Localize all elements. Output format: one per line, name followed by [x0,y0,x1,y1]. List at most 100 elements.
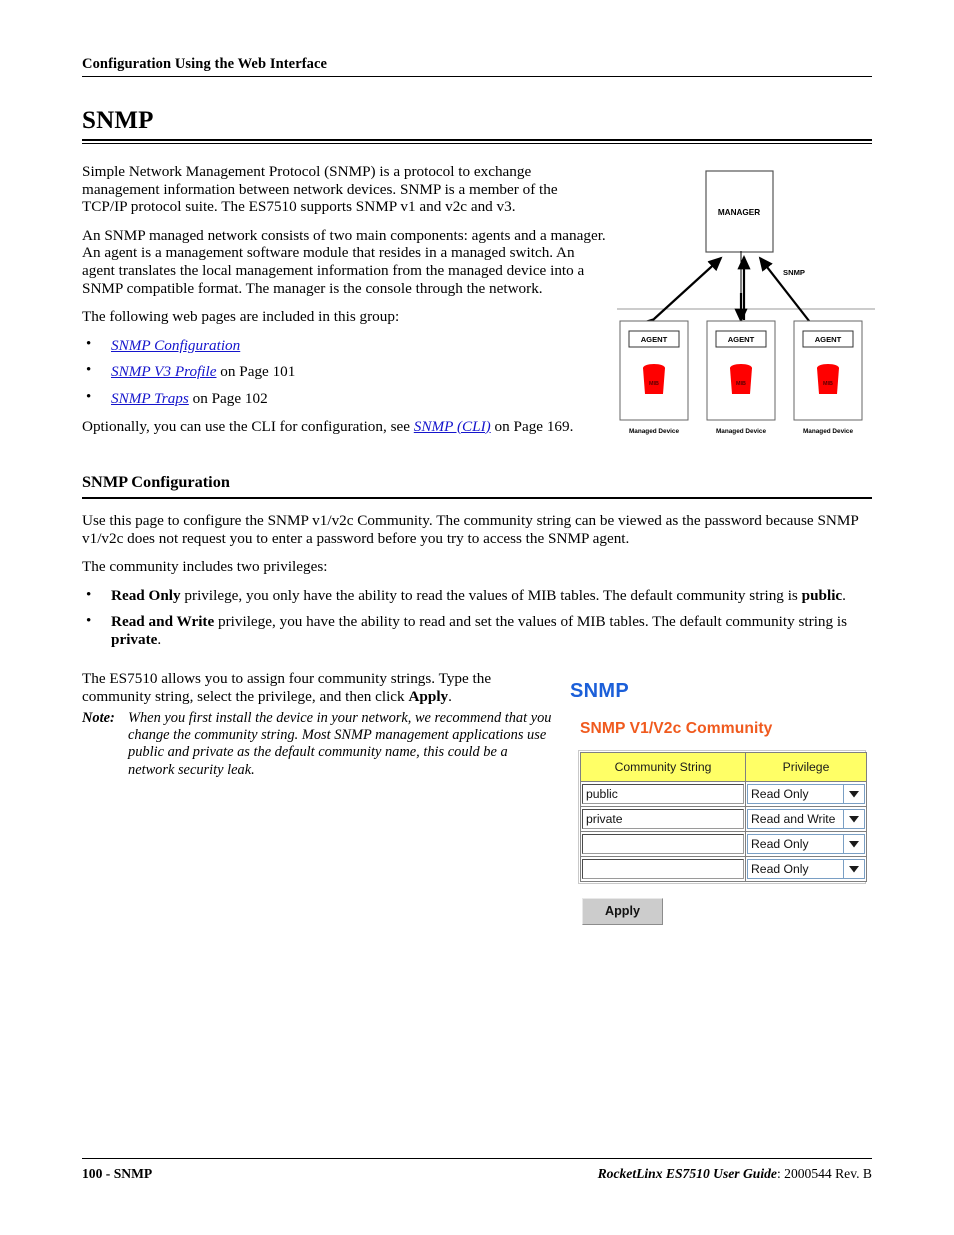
intro-para1-line: Simple Network Management Protocol (SNMP… [82,163,558,198]
cli-paragraph: Optionally, you can use the CLI for conf… [82,418,610,436]
managed-device-label-2: Managed Device [716,428,767,435]
table-row: Read Only [580,831,867,857]
arrow-manager-agent-1 [640,256,723,333]
managed-device-label-1: Managed Device [629,428,680,435]
chapter-title: SNMP [82,107,872,144]
title-rule [82,139,872,144]
cell-community-string-1 [580,781,746,807]
page-title: SNMP [82,107,154,134]
page-footer: 100 - SNMP RocketLinx ES7510 User Guide:… [82,1158,872,1182]
chevron-down-icon[interactable] [843,834,865,854]
ui-subtitle: SNMP V1/V2c Community [580,720,773,737]
note-block: Note: When you first install the device … [82,710,554,779]
chevron-down-icon[interactable] [843,809,865,829]
privilege-select-4[interactable]: Read Only [747,859,865,879]
snmp-community-table: Community String Privilege Read Only [580,752,867,882]
table-row: Read Only [580,781,867,807]
cell-privilege-1: Read Only [745,781,867,807]
diagram-svg: MANAGER SNMP AGENT MIB Managed Device AG… [617,170,875,435]
bullet-icon: • [86,362,92,379]
table-head: Community String Privilege [580,752,867,782]
mib-cylinder-top-3 [817,364,839,372]
list-item: • Read and Write privilege, you have the… [82,612,872,648]
note-label: Note: [82,710,115,726]
intro-para1-line2: TCP/IP protocol suite. The ES7510 suppor… [82,198,516,216]
bullet-icon: • [86,612,92,630]
cell-community-string-3 [580,831,746,857]
assign-strings-paragraph: The ES7510 allows you to assign four com… [82,670,554,705]
document-page: Configuration Using the Web Interface SN… [0,0,954,1235]
apply-bold-word: Apply [408,687,449,705]
cli-suffix: on Page 169. [490,417,574,435]
intro-paragraph-3: The following web pages are included in … [82,308,400,326]
list-item: • SNMP Traps on Page 102 [82,388,610,408]
snmp-web-ui-panel: SNMP SNMP V1/V2c Community Community Str… [568,680,878,925]
link-snmp-traps[interactable]: SNMP Traps [111,390,189,407]
privilege-select-2[interactable]: Read and Write [747,809,865,829]
privilege-text-0: privilege, you only have the ability to … [180,586,802,604]
cell-privilege-4: Read Only [745,856,867,882]
snmp-protocol-label: SNMP [783,268,805,277]
chevron-down-icon[interactable] [843,784,865,804]
footer-row: 100 - SNMP RocketLinx ES7510 User Guide:… [82,1165,872,1182]
community-string-input-2[interactable] [582,809,744,829]
list-item: • SNMP Configuration [82,335,610,355]
privilege-select-3[interactable]: Read Only [747,834,865,854]
table-row: Read Only [580,856,867,882]
bullet-icon: • [86,335,92,352]
community-string-input-4[interactable] [582,859,744,879]
running-header-text: Configuration Using the Web Interface [82,56,328,72]
footer-right: RocketLinx ES7510 User Guide: 2000544 Re… [598,1165,872,1182]
section-body: Use this page to configure the SNMP v1/v… [82,512,872,658]
manager-label: MANAGER [718,208,760,217]
chevron-down-icon[interactable] [843,859,865,879]
bullet-icon: • [86,585,92,603]
cli-prefix: Optionally, you can use the CLI for conf… [82,417,414,435]
list-item: • Read Only privilege, you only have the… [82,585,872,605]
privilege-select-value-1: Read Only [747,784,843,804]
privilege-select-value-3: Read Only [747,834,843,854]
managed-device-label-3: Managed Device [803,428,854,435]
running-header: Configuration Using the Web Interface [82,55,872,77]
bullet-icon: • [86,388,92,405]
cell-community-string-2 [580,806,746,832]
section-heading: SNMP Configuration [82,472,230,491]
privileges-list: • Read Only privilege, you only have the… [82,585,872,649]
privilege-select-1[interactable]: Read Only [747,784,865,804]
footer-left: 100 - SNMP [82,1165,152,1182]
list-item: • SNMP V3 Profile on Page 101 [82,362,610,381]
footer-rule [82,1158,872,1159]
cell-privilege-3: Read Only [745,831,867,857]
privilege-default-0: public [801,586,843,604]
agent-label-3: AGENT [815,335,842,344]
table-header-row: Community String Privilege [580,752,867,782]
assign-text-b: . [448,687,452,705]
privilege-select-value-2: Read and Write [747,809,843,829]
link-snmp-configuration[interactable]: SNMP Configuration [111,337,240,354]
table-body: Read Only R [580,781,867,882]
ui-title: SNMP [570,680,629,702]
link-snmp-cli[interactable]: SNMP (CLI) [414,418,491,435]
mib-label-2: MIB [736,381,746,387]
privilege-name-1: Read and Write [111,613,215,631]
intro-paragraph-1: Simple Network Management Protocol (SNMP… [82,163,610,216]
cell-community-string-4 [580,856,746,882]
footer-page-number: 100 - [82,1166,114,1181]
apply-button[interactable]: Apply [582,898,663,925]
column-header-privilege: Privilege [745,752,867,782]
community-string-input-3[interactable] [582,834,744,854]
related-pages-list: • SNMP Configuration • SNMP V3 Profile o… [82,335,610,408]
intro-paragraph-2: An SNMP managed network consists of two … [82,226,606,297]
section-rule [82,497,872,499]
link-snmp-v3-profile[interactable]: SNMP V3 Profile [111,363,216,380]
cell-privilege-2: Read and Write [745,806,867,832]
privilege-name-0: Read Only [111,586,181,604]
intro-column: Simple Network Management Protocol (SNMP… [82,163,610,446]
link-suffix-2: on Page 102 [188,389,268,407]
column-header-community-string: Community String [580,752,746,782]
mib-label-3: MIB [823,381,833,387]
mib-cylinder-top-2 [730,364,752,372]
community-string-input-1[interactable] [582,784,744,804]
mib-cylinder-top-1 [643,364,665,372]
link-suffix-1: on Page 101 [216,363,296,381]
